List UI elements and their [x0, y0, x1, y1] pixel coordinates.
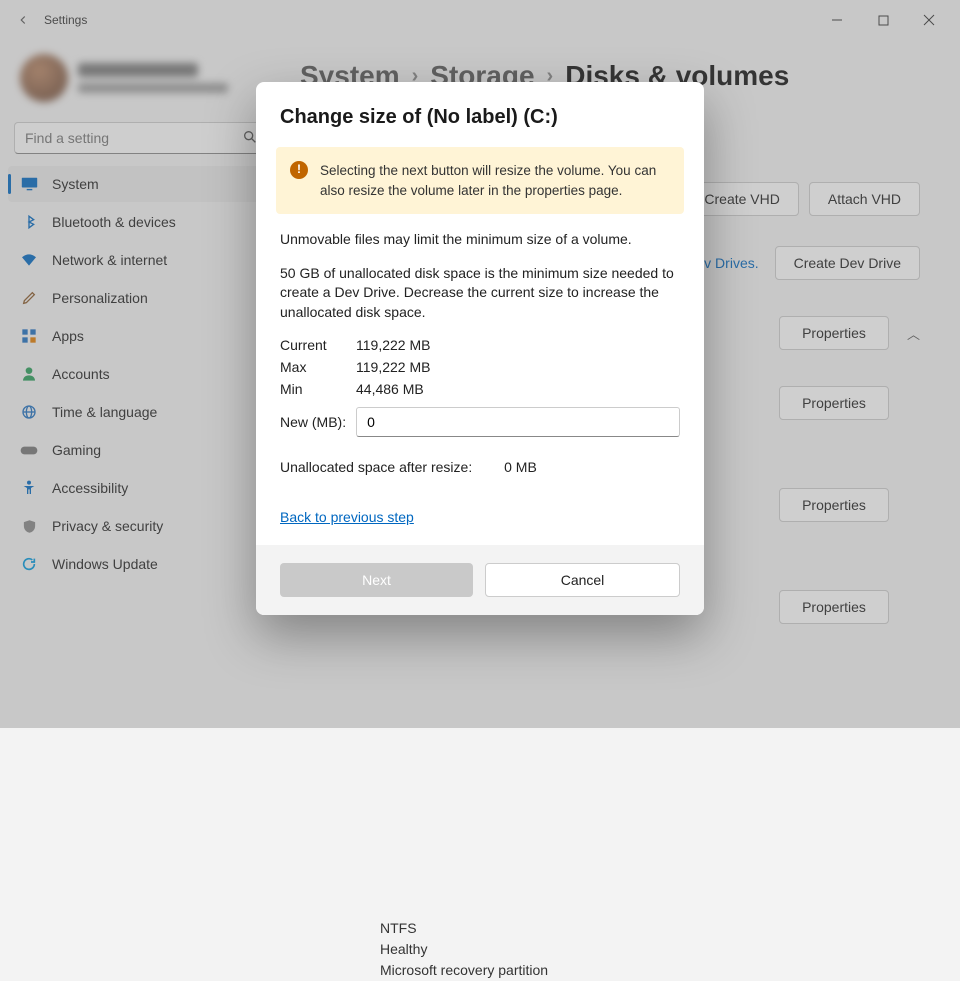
- new-size-input[interactable]: [356, 407, 680, 437]
- dialog-footer: Next Cancel: [256, 545, 704, 615]
- dialog-title: Change size of (No label) (C:): [256, 82, 704, 143]
- warning-text: Selecting the next button will resize th…: [320, 161, 670, 200]
- resize-dialog: Change size of (No label) (C:) ! Selecti…: [256, 82, 704, 615]
- new-size-label: New (MB):: [280, 414, 346, 430]
- next-button[interactable]: Next: [280, 563, 473, 597]
- unallocated-row: Unallocated space after resize: 0 MB: [280, 459, 680, 475]
- size-table: Current119,222 MB Max119,222 MB Min44,48…: [280, 337, 680, 397]
- warning-banner: ! Selecting the next button will resize …: [276, 147, 684, 214]
- warning-icon: !: [290, 161, 308, 179]
- dialog-note: 50 GB of unallocated disk space is the m…: [280, 264, 680, 323]
- back-link[interactable]: Back to previous step: [280, 509, 414, 525]
- dialog-note: Unmovable files may limit the minimum si…: [280, 230, 680, 250]
- cancel-button[interactable]: Cancel: [485, 563, 680, 597]
